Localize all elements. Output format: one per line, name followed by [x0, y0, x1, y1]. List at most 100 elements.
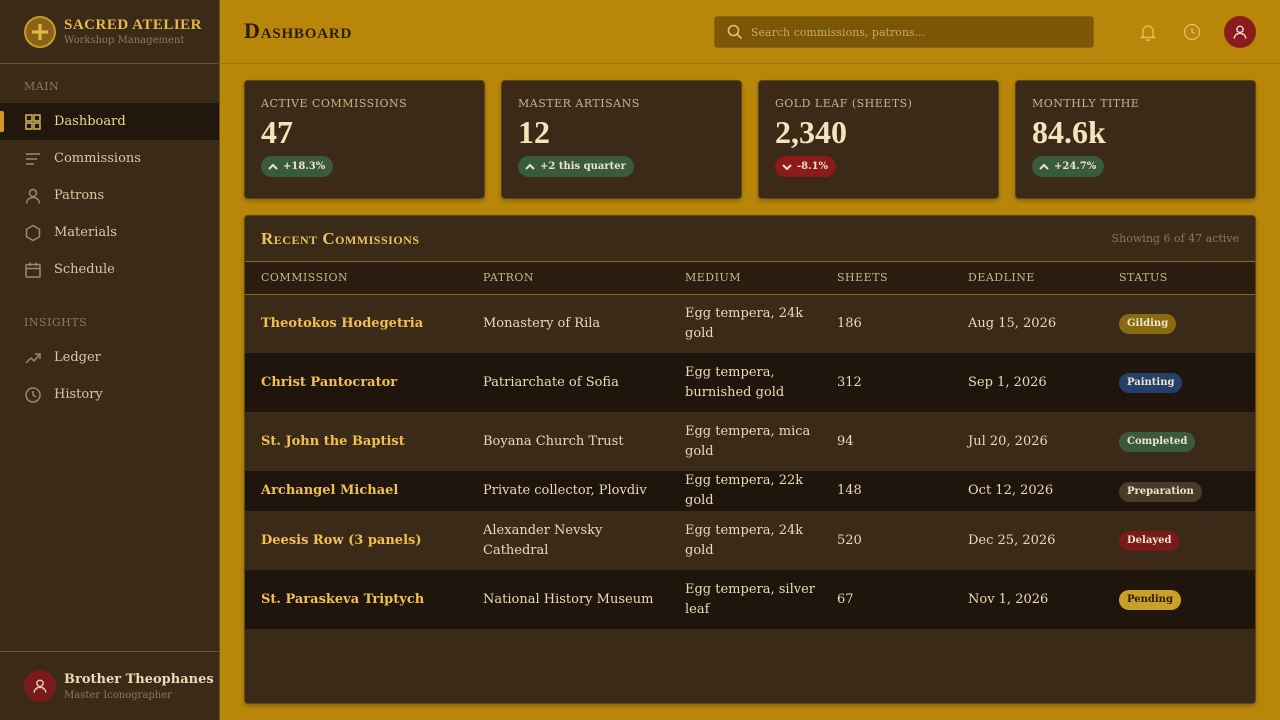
- table-row[interactable]: St. Paraskeva Triptych National History …: [245, 570, 1255, 629]
- avatar: [24, 670, 56, 702]
- cell-commission[interactable]: Theotokos Hodegetria: [245, 294, 467, 353]
- sidebar-item-patrons[interactable]: Patrons: [0, 177, 219, 214]
- stat-delta: +24.7%: [1054, 161, 1097, 172]
- status-badge: Delayed: [1119, 531, 1180, 551]
- brand-subtitle: Workshop Management: [64, 35, 185, 46]
- sidebar-item-label: Materials: [54, 225, 117, 240]
- stat-label: Monthly Tithe: [1032, 97, 1140, 110]
- topbar: Dashboard: [220, 0, 1280, 64]
- column-header-patron[interactable]: Patron: [467, 262, 669, 294]
- user-role: Master Iconographer: [64, 689, 172, 701]
- status-badge: Preparation: [1119, 481, 1202, 502]
- nav-section-insights: Insights: [24, 316, 88, 329]
- cell-medium: Egg tempera, burnished gold: [685, 364, 785, 400]
- brand-title: Sacred Atelier: [64, 17, 203, 33]
- sidebar-item-ledger[interactable]: Ledger: [0, 339, 219, 376]
- cell-medium: Egg tempera, 24k gold: [685, 522, 804, 558]
- chevron-down-icon: [782, 163, 792, 170]
- table-row[interactable]: Theotokos Hodegetria Monastery of Rila E…: [245, 294, 1255, 353]
- calendar-icon: [24, 261, 42, 279]
- status-badge: Pending: [1119, 590, 1181, 610]
- cell-commission[interactable]: St. Paraskeva Triptych: [245, 570, 467, 629]
- cell-patron: Private collector, Plovdiv: [483, 483, 647, 498]
- cell-commission[interactable]: Archangel Michael: [245, 471, 467, 511]
- column-header-deadline[interactable]: Deadline: [952, 262, 1103, 294]
- cell-sheets: 312: [837, 374, 862, 390]
- cell-deadline: Aug 15, 2026: [968, 315, 1057, 331]
- cell-medium: Egg tempera, silver leaf: [685, 581, 815, 617]
- history-clock-icon[interactable]: [1180, 20, 1204, 44]
- grid-icon: [24, 113, 42, 131]
- cell-deadline: Dec 25, 2026: [968, 532, 1056, 548]
- user-name: Brother Theophanes: [64, 671, 214, 687]
- commissions-table: Commission Patron Medium Sheets Deadline…: [245, 262, 1255, 629]
- panel-meta: Showing 6 of 47 active: [1111, 232, 1239, 245]
- search-input[interactable]: [751, 25, 1071, 39]
- chevron-up-icon: [525, 163, 535, 170]
- brand[interactable]: Sacred Atelier Workshop Management: [0, 0, 219, 64]
- cell-sheets: 148: [837, 483, 862, 498]
- column-header-medium[interactable]: Medium: [669, 262, 821, 294]
- sidebar-item-label: Commissions: [54, 151, 141, 166]
- sidebar-item-label: Schedule: [54, 262, 115, 277]
- clock-icon: [24, 386, 42, 404]
- status-badge: Gilding: [1119, 314, 1177, 335]
- account-avatar[interactable]: [1224, 16, 1256, 48]
- column-header-status[interactable]: Status: [1103, 262, 1255, 294]
- sidebar-item-label: Dashboard: [54, 114, 126, 129]
- stat-card-gold-leaf[interactable]: Gold Leaf (Sheets) 2,340 -8.1%: [758, 80, 999, 199]
- cell-sheets: 67: [837, 591, 854, 607]
- list-icon: [24, 150, 42, 168]
- sidebar-item-history[interactable]: History: [0, 376, 219, 413]
- stat-delta-badge: +2 this quarter: [518, 156, 634, 177]
- cell-patron: Patriarchate of Sofia: [483, 374, 619, 390]
- sidebar-item-dashboard[interactable]: Dashboard: [0, 103, 219, 140]
- sidebar-item-materials[interactable]: Materials: [0, 214, 219, 251]
- bell-icon[interactable]: [1136, 20, 1160, 44]
- cell-medium: Egg tempera, 22k gold: [685, 473, 804, 508]
- sidebar-item-schedule[interactable]: Schedule: [0, 251, 219, 288]
- cell-medium: Egg tempera, mica gold: [685, 423, 811, 459]
- column-header-sheets[interactable]: Sheets: [821, 262, 952, 294]
- stat-value: 12: [518, 114, 550, 150]
- user-profile[interactable]: Brother Theophanes Master Iconographer: [0, 651, 219, 720]
- sidebar: Sacred Atelier Workshop Management Main …: [0, 0, 220, 720]
- cell-sheets: 94: [837, 433, 854, 449]
- cell-commission[interactable]: Deesis Row (3 panels): [245, 511, 467, 570]
- stat-value: 84.6k: [1032, 114, 1106, 150]
- table-row[interactable]: Deesis Row (3 panels) Alexander Nevsky C…: [245, 511, 1255, 570]
- table-row[interactable]: St. John the Baptist Boyana Church Trust…: [245, 412, 1255, 471]
- stat-card-master-artisans[interactable]: Master Artisans 12 +2 this quarter: [501, 80, 742, 199]
- sidebar-item-label: Ledger: [54, 350, 101, 365]
- stat-delta-badge: +24.7%: [1032, 156, 1105, 177]
- table-row[interactable]: Christ Pantocrator Patriarchate of Sofia…: [245, 353, 1255, 412]
- stat-delta: +18.3%: [283, 161, 326, 172]
- cell-deadline: Sep 1, 2026: [968, 374, 1047, 390]
- cell-commission[interactable]: Christ Pantocrator: [245, 353, 467, 412]
- column-header-commission[interactable]: Commission: [245, 262, 467, 294]
- cell-patron: National History Museum: [483, 591, 654, 607]
- search-bar[interactable]: [714, 16, 1094, 48]
- status-badge: Painting: [1119, 373, 1183, 393]
- stat-card-active-commissions[interactable]: Active Commissions 47 +18.3%: [244, 80, 485, 199]
- chevron-up-icon: [1039, 163, 1049, 170]
- nav-section-main: Main: [24, 80, 60, 93]
- stat-delta: +2 this quarter: [540, 161, 626, 172]
- cell-medium: Egg tempera, 24k gold: [685, 305, 804, 341]
- status-badge: Completed: [1119, 432, 1196, 452]
- table-header-row: Commission Patron Medium Sheets Deadline…: [245, 262, 1255, 294]
- recent-commissions-panel: Recent Commissions Showing 6 of 47 activ…: [244, 215, 1256, 704]
- sidebar-item-commissions[interactable]: Commissions: [0, 140, 219, 177]
- chevron-up-icon: [268, 163, 278, 170]
- stat-value: 47: [261, 114, 293, 150]
- cell-deadline: Nov 1, 2026: [968, 591, 1049, 607]
- cell-commission[interactable]: St. John the Baptist: [245, 412, 467, 471]
- stat-card-monthly-tithe[interactable]: Monthly Tithe 84.6k +24.7%: [1015, 80, 1256, 199]
- stat-delta: -8.1%: [797, 161, 829, 172]
- table-row[interactable]: Archangel Michael Private collector, Plo…: [245, 471, 1255, 511]
- stat-label: Gold Leaf (Sheets): [775, 97, 913, 110]
- user-icon: [24, 187, 42, 205]
- cross-logo-icon: [24, 15, 56, 48]
- stat-label: Active Commissions: [261, 97, 408, 110]
- stat-label: Master Artisans: [518, 97, 640, 110]
